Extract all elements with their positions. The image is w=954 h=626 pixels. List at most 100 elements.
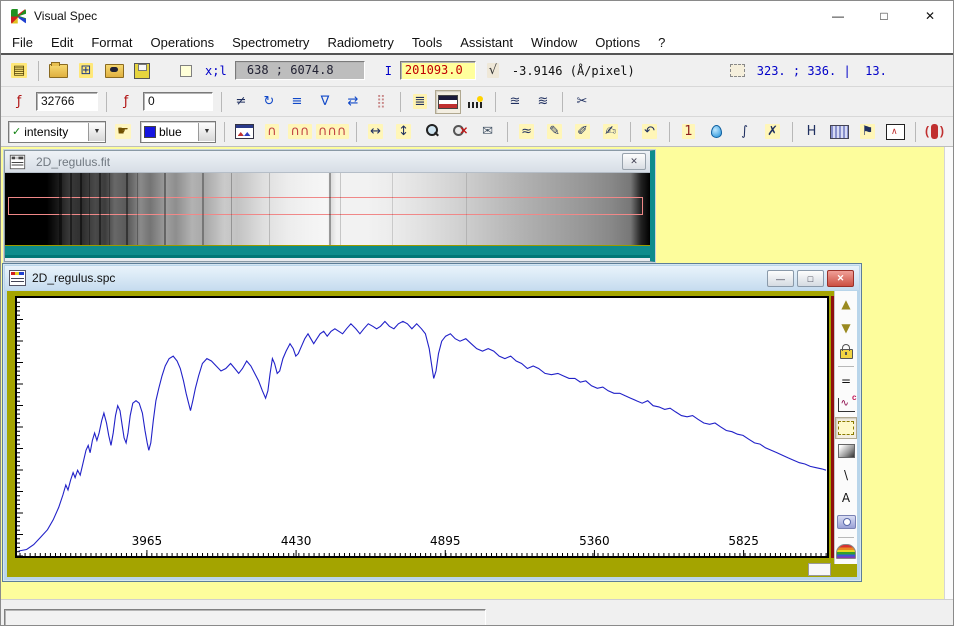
menu-assistant[interactable]: Assistant xyxy=(451,35,522,50)
binning-zone-icon[interactable] xyxy=(463,90,489,114)
camera-icon[interactable] xyxy=(835,510,857,532)
offset-field[interactable]: 0 xyxy=(143,92,213,111)
series-select[interactable]: ✓intensity▼ xyxy=(8,121,106,143)
sum-profile-icon[interactable]: ∩∩ xyxy=(287,120,313,144)
spectrum-canvas[interactable]: 39654430489553605825 xyxy=(17,298,827,556)
spc-restore-button[interactable]: □ xyxy=(797,270,824,287)
palette-icon[interactable] xyxy=(835,541,857,563)
offset-intensity-icon[interactable]: ƒ xyxy=(113,90,139,114)
svg-text:4430: 4430 xyxy=(281,534,312,548)
absorption-line xyxy=(269,173,270,245)
menu-operations[interactable]: Operations xyxy=(142,35,224,50)
save-icon[interactable] xyxy=(129,59,155,83)
erase-curve-icon[interactable]: ✗ xyxy=(760,120,786,144)
chevron-down-icon[interactable]: ▼ xyxy=(88,123,105,141)
intensity-field[interactable]: 201093.0 xyxy=(400,61,476,80)
swap-frames-icon[interactable]: ⇄ xyxy=(340,90,366,114)
clean-curve-icon[interactable]: ✍ xyxy=(598,120,624,144)
menu-edit[interactable]: Edit xyxy=(42,35,82,50)
spc-minimize-button[interactable]: — xyxy=(767,270,794,287)
dispersion-icon[interactable]: √ xyxy=(480,59,506,83)
spectrum-plot[interactable]: 39654430489553605825 xyxy=(15,296,829,558)
export-report-icon[interactable]: ✉ xyxy=(475,120,501,144)
sky-remove-icon[interactable]: ≋ xyxy=(530,90,556,114)
extract-profile-icon[interactable]: ≣ xyxy=(407,90,433,114)
preview-window-icon[interactable] xyxy=(883,120,909,144)
workspace-scrollbar[interactable] xyxy=(944,147,953,599)
tricolor-bars-icon[interactable] xyxy=(435,90,461,114)
profile-window[interactable]: 2D_regulus.spc — □ ✕ 3965443048955360582… xyxy=(2,263,862,582)
scissors-icon[interactable]: ✂ xyxy=(569,90,595,114)
app-logo-icon xyxy=(11,9,26,24)
tilt-lines-icon[interactable]: ≡ xyxy=(284,90,310,114)
draw-curve-icon[interactable]: ✎ xyxy=(542,120,568,144)
undo-curve-icon[interactable]: ↶ xyxy=(637,120,663,144)
equal-scale-icon[interactable]: = xyxy=(835,370,857,392)
menu-tools[interactable]: Tools xyxy=(403,35,451,50)
select-zone-icon[interactable] xyxy=(835,417,857,439)
reject-curve-icon[interactable]: ≠ xyxy=(228,90,254,114)
open-image-icon[interactable]: ⊞ xyxy=(73,59,99,83)
chevron-down-icon[interactable]: ▼ xyxy=(198,123,215,141)
periodic-table-icon[interactable] xyxy=(827,120,853,144)
pin-curve-icon[interactable]: ✐ xyxy=(570,120,596,144)
menu-file[interactable]: File xyxy=(3,35,42,50)
element-lines-icon[interactable]: ⚑ xyxy=(855,120,881,144)
line-tool-icon[interactable]: \ xyxy=(835,464,857,486)
normalize-icon[interactable]: 1 xyxy=(676,120,702,144)
coords-field[interactable]: 638 ; 6074.8 xyxy=(235,61,365,80)
fit-image-window[interactable]: 2D_regulus.fit ✕ xyxy=(4,150,655,262)
shift-down-icon[interactable]: ▼ xyxy=(835,316,857,338)
sky-lines-icon[interactable]: ≊ xyxy=(502,90,528,114)
zoom-icon[interactable] xyxy=(419,120,445,144)
menu-radiometry[interactable]: Radiometry xyxy=(318,35,402,50)
fit-scrollbar[interactable] xyxy=(5,246,650,258)
minimize-button[interactable]: — xyxy=(815,1,861,31)
scale-x-icon[interactable]: ↔ xyxy=(363,120,389,144)
separator xyxy=(106,92,107,112)
maximize-button[interactable]: □ xyxy=(861,1,907,31)
rotate-image-icon[interactable]: ↻ xyxy=(256,90,282,114)
radial-velocity-icon[interactable] xyxy=(922,120,948,144)
spectrum-strip-image[interactable] xyxy=(5,173,650,246)
binning-zone-rectangle[interactable] xyxy=(8,197,643,215)
menu-options[interactable]: Options xyxy=(586,35,649,50)
water-drop-icon[interactable] xyxy=(704,120,730,144)
slant-correct-icon[interactable]: ∇ xyxy=(312,90,338,114)
unzoom-icon[interactable] xyxy=(447,120,473,144)
menu-spectrometry[interactable]: Spectrometry xyxy=(223,35,318,50)
max-intensity-icon[interactable]: ƒ xyxy=(6,90,32,114)
fit-window-titlebar[interactable]: 2D_regulus.fit ✕ xyxy=(5,151,650,173)
hand-pick-icon[interactable]: ☛ xyxy=(110,120,136,144)
open-profile-icon[interactable] xyxy=(45,59,71,83)
profile-window-icon[interactable] xyxy=(231,120,257,144)
hydrogen-lines-icon[interactable]: H xyxy=(799,120,825,144)
shift-up-icon[interactable]: ▲ xyxy=(835,293,857,315)
spc-window-titlebar[interactable]: 2D_regulus.spc — □ ✕ xyxy=(5,266,859,290)
spectra-list-icon[interactable]: ▤ xyxy=(6,59,32,83)
raw-profile-icon[interactable]: ∩ xyxy=(259,120,285,144)
color-select[interactable]: blue▼ xyxy=(140,121,216,143)
max-intensity-field[interactable]: 32766 xyxy=(36,92,98,111)
menu-format[interactable]: Format xyxy=(82,35,141,50)
lock-icon[interactable] xyxy=(835,340,857,362)
menu-window[interactable]: Window xyxy=(522,35,586,50)
close-button[interactable]: ✕ xyxy=(907,1,953,31)
browse-files-icon[interactable] xyxy=(101,59,127,83)
dot-grid-icon[interactable]: ⣿ xyxy=(368,90,394,114)
gradient-fill-icon[interactable] xyxy=(835,440,857,462)
text-tool-icon[interactable]: A xyxy=(835,487,857,509)
separator xyxy=(562,92,563,112)
coords-checkbox[interactable] xyxy=(173,59,199,83)
menu-[interactable]: ? xyxy=(649,35,674,50)
color-swatch xyxy=(144,126,156,138)
titlebar[interactable]: Visual Spec — □ ✕ xyxy=(1,1,953,31)
spc-close-button[interactable]: ✕ xyxy=(827,270,854,287)
crop-curve-icon[interactable]: ∫ xyxy=(732,120,758,144)
scale-y-icon[interactable]: ↕ xyxy=(391,120,417,144)
noise-filter-icon[interactable]: ≈ xyxy=(514,120,540,144)
fit-close-button[interactable]: ✕ xyxy=(622,153,646,170)
selection-zone-icon[interactable] xyxy=(725,59,751,83)
reference-chart-icon[interactable] xyxy=(835,393,857,415)
all-profiles-icon[interactable]: ∩∩∩ xyxy=(315,120,350,144)
